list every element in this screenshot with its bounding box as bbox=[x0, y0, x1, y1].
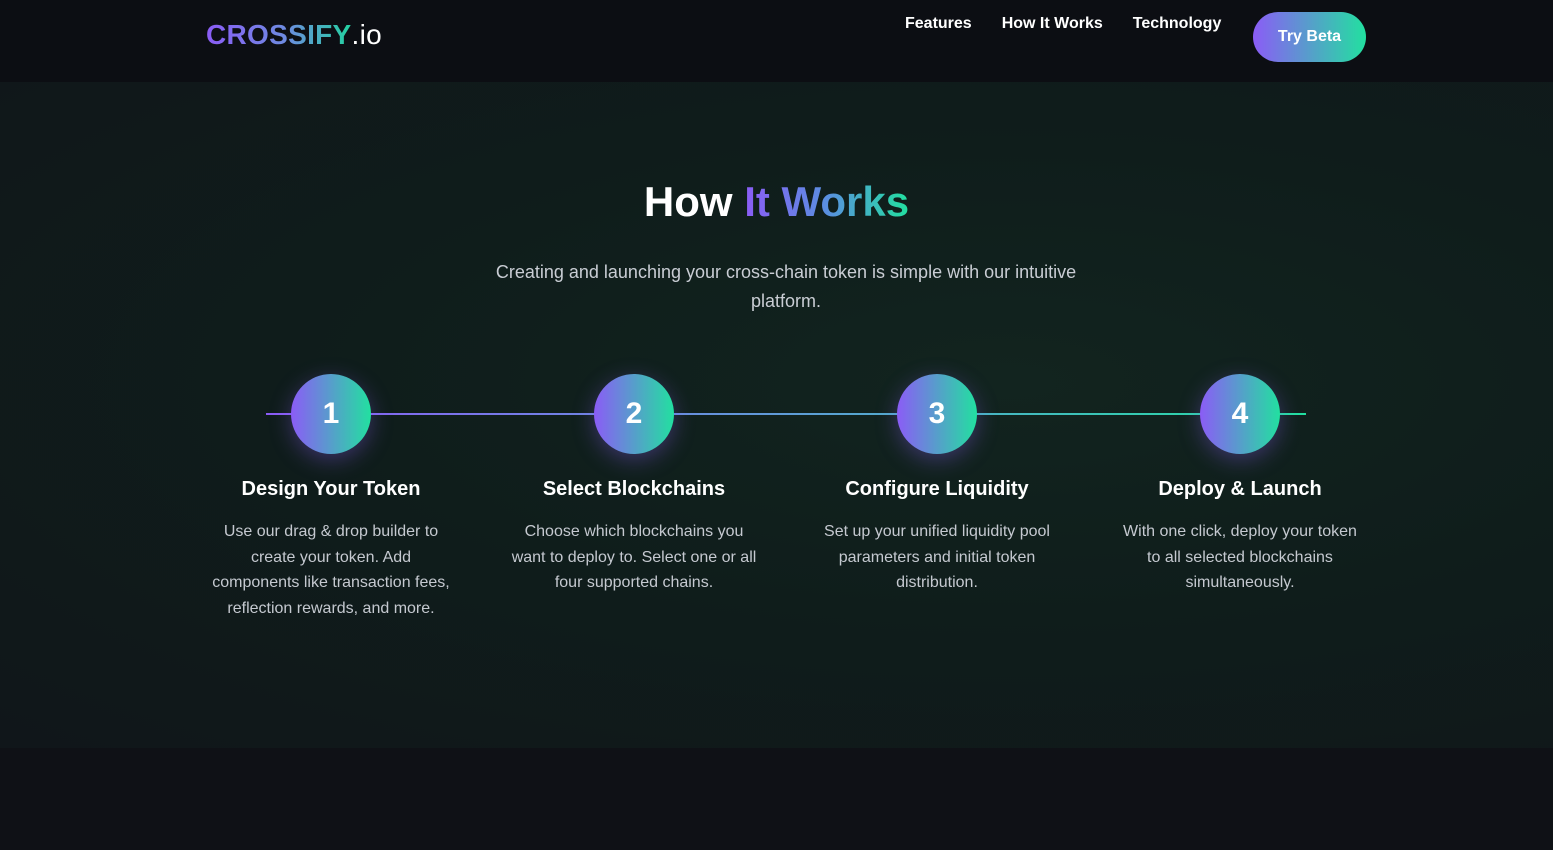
section-subtitle: Creating and launching your cross-chain … bbox=[495, 262, 1077, 311]
step-description: Use our drag & drop builder to create yo… bbox=[212, 523, 450, 617]
nav-link-how-it-works[interactable]: How It Works bbox=[1002, 15, 1103, 33]
step-number-circle: 2 bbox=[594, 374, 674, 454]
logo-text: CROSSIFY bbox=[206, 19, 352, 50]
how-it-works-section: How It Works Creating and launching your… bbox=[0, 82, 1553, 748]
try-beta-button[interactable]: Try Beta bbox=[1253, 12, 1366, 62]
step-title: Configure Liquidity bbox=[845, 478, 1029, 500]
section-title: How It Works bbox=[0, 178, 1553, 226]
section-title-highlight-2: Works bbox=[781, 178, 910, 225]
step-description: Set up your unified liquidity pool param… bbox=[824, 523, 1050, 592]
step-title: Deploy & Launch bbox=[1158, 478, 1322, 500]
section-title-highlight-1: It bbox=[744, 178, 770, 225]
nav-link-technology[interactable]: Technology bbox=[1133, 15, 1222, 33]
nav-links: Features How It Works Technology bbox=[905, 15, 1221, 33]
step-1: 1 Design Your Token Use our drag & drop … bbox=[196, 374, 466, 621]
nav-link-features[interactable]: Features bbox=[905, 15, 972, 33]
logo-extension: .io bbox=[351, 19, 383, 50]
step-4: 4 Deploy & Launch With one click, deploy… bbox=[1105, 374, 1375, 596]
step-number-circle: 3 bbox=[897, 374, 977, 454]
page-bottom bbox=[0, 748, 1553, 850]
step-title: Design Your Token bbox=[241, 478, 421, 500]
step-2: 2 Select Blockchains Choose which blockc… bbox=[499, 374, 769, 596]
navbar: CROSSIFY .io Features How It Works Techno… bbox=[0, 0, 1553, 82]
logo[interactable]: CROSSIFY .io bbox=[206, 19, 382, 51]
section-title-highlight: It Works bbox=[744, 178, 909, 225]
step-description: With one click, deploy your token to all… bbox=[1123, 523, 1357, 592]
step-title: Select Blockchains bbox=[542, 478, 726, 500]
step-number-circle: 1 bbox=[291, 374, 371, 454]
section-title-plain: How bbox=[643, 178, 733, 225]
step-3: 3 Configure Liquidity Set up your unifie… bbox=[802, 374, 1072, 596]
step-number-circle: 4 bbox=[1200, 374, 1280, 454]
step-description: Choose which blockchains you want to dep… bbox=[511, 523, 757, 592]
